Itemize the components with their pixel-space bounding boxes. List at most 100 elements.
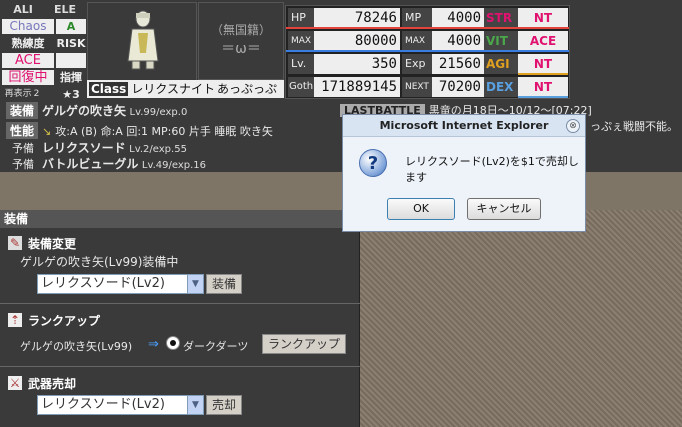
element-icon: A — [56, 19, 86, 34]
equipped-weapon-row: 装備 ゲルゲの吹き矢 Lv.99/exp.0 — [6, 102, 187, 119]
performance-row: 性能 ↘ 攻:A (B) 命:A 回:1 MP:60 片手 睡眠 吹き矢 — [6, 122, 273, 139]
dex-value: NT — [518, 77, 568, 97]
rankup-icon: ⇡ — [8, 313, 22, 327]
performance-tag: 性能 — [6, 122, 39, 139]
class-name: レリクスナイト — [131, 82, 215, 96]
spare-weapon-level: Lv.49/exp.16 — [141, 160, 207, 171]
sell-icon: ⚔ — [8, 376, 22, 390]
class-row: Classレリクスナイトあっぷっぷぇ — [87, 80, 284, 114]
hp-label: HP — [288, 8, 314, 28]
confirm-dialog: Microsoft Internet Explorer ⊗ ? レリクスソード(… — [342, 114, 586, 232]
mp-bar — [286, 50, 569, 52]
hp-value: 78246 — [314, 8, 400, 28]
str-label: STR — [484, 8, 518, 28]
performance-text: 攻:A (B) 命:A 回:1 MP:60 片手 睡眠 吹き矢 — [55, 125, 273, 138]
equip-button[interactable]: 装備 — [206, 274, 242, 294]
close-icon[interactable]: ⊗ — [566, 119, 580, 133]
equip-change-section: ✎ 装備変更 ゲルゲの吹き矢(Lv99)装備中 レリクスソード(Lv2) ▼ 装… — [0, 228, 360, 304]
dialog-message: レリクスソード(Lv2)を$1で売却します — [405, 155, 579, 184]
stats-table: HP 78246 MP 4000 STR NT MAX 80000 MAX 40… — [285, 5, 570, 99]
goth-value: 171889145 — [314, 77, 400, 97]
dialog-title: Microsoft Internet Explorer — [343, 115, 585, 137]
redisplay-count: 2 — [33, 89, 40, 99]
vit-label: VIT — [484, 31, 518, 51]
sell-title: 武器売却 — [28, 377, 77, 391]
alignment-grid: ALI ELE Chaos A 熟練度 RISK ACE 回復中 指揮 再表示 2… — [2, 2, 86, 101]
goth-label: Goth — [288, 77, 314, 97]
lv-value: 350 — [314, 54, 400, 74]
mp-label: MP — [402, 8, 432, 28]
equip-weapon-select[interactable]: レリクスソード(Lv2) ▼ — [37, 274, 204, 294]
chevron-down-icon: ▼ — [187, 275, 203, 293]
risk-label: RISK — [56, 37, 86, 50]
rankup-arrow-icon: ⇒ — [148, 337, 159, 352]
nation-label: （無国籍） — [210, 23, 271, 37]
sell-button[interactable]: 売却 — [206, 395, 242, 415]
sell-weapon-select[interactable]: レリクスソード(Lv2) ▼ — [37, 395, 204, 415]
hp-bar — [286, 27, 569, 29]
next-value: 70200 — [432, 77, 484, 97]
agi-label: AGI — [484, 54, 518, 74]
chaos-value: Chaos — [2, 19, 54, 34]
spare-label: 予備 — [12, 142, 34, 155]
rankup-radio[interactable] — [166, 336, 180, 350]
mp-value: 4000 — [432, 8, 484, 28]
dex-bar — [518, 96, 568, 98]
recovering-status: 回復中 — [2, 70, 54, 85]
exp-label: Exp — [402, 54, 432, 74]
max-mp-value: 4000 — [432, 31, 484, 51]
sell-weapon-select-value: レリクスソード(Lv2) — [41, 397, 165, 412]
agi-value: NT — [518, 54, 568, 74]
rankup-button[interactable]: ランクアップ — [262, 334, 346, 354]
background-texture — [360, 210, 682, 427]
question-icon: ? — [359, 149, 387, 177]
class-label: Class — [89, 82, 129, 96]
str-value: NT — [518, 8, 568, 28]
max-mp-label: MAX — [402, 31, 432, 51]
max-hp-label: MAX — [288, 31, 314, 51]
spare-weapon-row-2: 予備 バトルビューグル Lv.49/exp.16 — [12, 155, 206, 172]
rankup-target: ダークダーツ — [183, 340, 249, 353]
equip-weapon-select-value: レリクスソード(Lv2) — [41, 276, 165, 291]
equipped-weapon-name: ゲルゲの吹き矢 — [42, 104, 127, 118]
nation-panel: （無国籍） ＝ω＝ — [198, 2, 284, 80]
command-label: 指揮 — [60, 71, 82, 84]
equip-change-icon: ✎ — [8, 236, 22, 250]
rankup-from: ゲルゲの吹き矢(Lv99) — [20, 340, 133, 353]
last-battle-result: っぷぇ戦闘不能。 — [590, 120, 678, 133]
risk-value — [56, 53, 86, 68]
spare-weapon-name: レリクスソード — [42, 141, 126, 155]
equip-change-title: 装備変更 — [28, 237, 77, 251]
spare-label: 予備 — [12, 158, 34, 171]
lv-label: Lv. — [288, 54, 314, 74]
rankup-section: ⇡ ランクアップ ゲルゲの吹き矢(Lv99) ⇒ ダークダーツ ランクアップ — [0, 305, 360, 367]
knight-sprite-icon — [127, 10, 159, 70]
radio-dot-icon — [170, 340, 176, 346]
equip-tag: 装備 — [6, 102, 39, 119]
exp-value: 21560 — [432, 54, 484, 74]
next-label: NEXT — [402, 77, 432, 97]
vit-value: ACE — [518, 31, 568, 51]
max-hp-value: 80000 — [314, 31, 400, 51]
ali-label: ALI — [13, 3, 33, 16]
nation-symbol: ＝ω＝ — [221, 41, 261, 57]
dart-icon: ↘ — [42, 125, 52, 138]
spare-weapon-row-1: 予備 レリクスソード Lv.2/exp.55 — [12, 139, 187, 156]
equipped-weapon-level: Lv.99/exp.0 — [129, 107, 188, 118]
dex-label: DEX — [484, 77, 518, 97]
equipment-panel-header: 装備 — [0, 210, 360, 228]
spare-weapon-level: Lv.2/exp.55 — [129, 144, 187, 155]
agi-bar — [518, 73, 568, 75]
proficiency-value: ACE — [2, 53, 54, 68]
redisplay-label: 再表示 — [4, 89, 32, 99]
cancel-button[interactable]: キャンセル — [467, 198, 541, 220]
ok-button[interactable]: OK — [387, 198, 455, 220]
equip-change-status: ゲルゲの吹き矢(Lv99)装備中 — [20, 255, 179, 269]
character-portrait — [87, 2, 197, 82]
sell-section: ⚔ 武器売却 レリクスソード(Lv2) ▼ 売却 — [0, 368, 360, 427]
proficiency-label: 熟練度 — [11, 37, 45, 50]
ele-label: ELE — [53, 3, 77, 16]
spare-weapon-name: バトルビューグル — [42, 157, 139, 171]
rankup-title: ランクアップ — [28, 314, 101, 328]
chevron-down-icon: ▼ — [187, 396, 203, 414]
